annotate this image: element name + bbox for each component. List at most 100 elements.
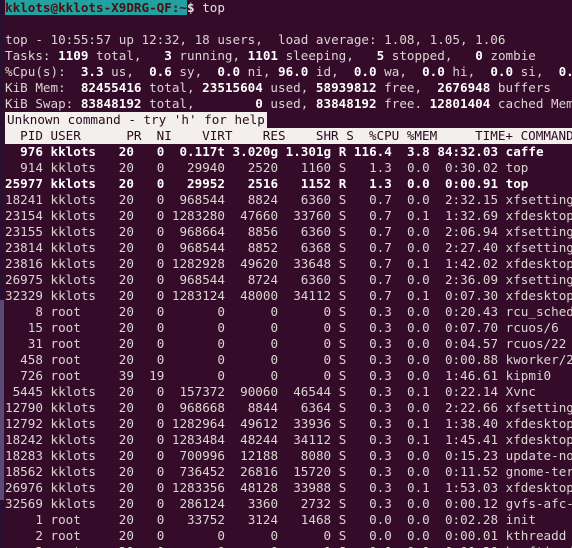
command-text-top: top	[202, 0, 225, 15]
time-cell: 0:20.43	[437, 304, 499, 319]
prompt-user: kklots	[5, 0, 51, 15]
pid-cell: 726	[5, 368, 43, 383]
table-row[interactable]: 2 root 20 0 0 0 0 S 0.0 0.0 0:00.01 kthr…	[5, 528, 572, 544]
table-row[interactable]: 23816 kklots 20 0 1282928 49620 33648 S …	[5, 256, 572, 272]
table-row[interactable]: 15 root 20 0 0 0 0 S 0.3 0.0 0:07.70 rcu…	[5, 320, 572, 336]
table-row[interactable]: 18283 kklots 20 0 700996 12188 8080 S 0.…	[5, 448, 572, 464]
ni-cell: 0	[141, 176, 165, 191]
table-row[interactable]: 12790 kklots 20 0 968668 8844 6364 S 0.3…	[5, 400, 572, 416]
scrollbar-track[interactable]	[0, 0, 4, 548]
table-row[interactable]: 23154 kklots 20 0 1283280 47660 33760 S …	[5, 208, 572, 224]
table-row[interactable]: 25977 kklots 20 0 29952 2516 1152 R 1.3 …	[5, 176, 572, 192]
table-row[interactable]: 976 kklots 20 0 0.117t 3.020g 1.301g R 1…	[5, 144, 572, 160]
time-cell: 2:22.66	[437, 400, 499, 415]
virt-cell: 0	[171, 336, 225, 351]
table-row[interactable]: 18242 kklots 20 0 1283484 48244 34112 S …	[5, 432, 572, 448]
top-message-line: Unknown command - try 'h' for help	[5, 112, 572, 128]
table-row[interactable]: 1 root 20 0 33752 3124 1468 S 0.0 0.0 0:…	[5, 512, 572, 528]
table-row[interactable]: 458 root 20 0 0 0 0 S 0.3 0.0 0:00.88 kw…	[5, 352, 572, 368]
top-tasks-line: Tasks: 1109 total, 3 running, 1101 sleep…	[5, 48, 572, 64]
table-row[interactable]: 914 kklots 20 0 29940 2520 1160 S 1.3 0.…	[5, 160, 572, 176]
table-row[interactable]: 8 root 20 0 0 0 0 S 0.3 0.0 0:20.43 rcu_…	[5, 304, 572, 320]
table-row[interactable]: 726 root 39 19 0 0 0 S 0.3 0.0 1:46.61 k…	[5, 368, 572, 384]
command-cell: xfdesktop	[505, 416, 572, 431]
mem-total-label: total,	[141, 80, 203, 95]
table-row[interactable]: 23814 kklots 20 0 968544 8852 6368 S 0.7…	[5, 240, 572, 256]
table-row[interactable]: 23155 kklots 20 0 968664 8856 6360 S 0.7…	[5, 224, 572, 240]
ni-cell: 0	[141, 512, 165, 527]
table-row[interactable]: 5445 kklots 20 0 157372 90060 46544 S 0.…	[5, 384, 572, 400]
res-cell: 26816	[232, 464, 279, 479]
mem-cell: 0.0	[399, 160, 430, 175]
table-row[interactable]: 18562 kklots 20 0 736452 26816 15720 S 0…	[5, 464, 572, 480]
ni-cell: 0	[141, 272, 165, 287]
time-cell: 1:46.61	[437, 368, 499, 383]
pr-cell: 39	[111, 368, 134, 383]
table-row[interactable]: 32569 kklots 20 0 286124 3360 2732 S 0.3…	[5, 496, 572, 512]
table-row[interactable]: 12792 kklots 20 0 1282964 49612 33936 S …	[5, 416, 572, 432]
cpu-cell: 1.3	[353, 176, 392, 191]
virt-cell: 1283356	[171, 480, 225, 495]
mem-cell: 0.1	[399, 288, 430, 303]
table-row[interactable]: 31 root 20 0 0 0 0 S 0.3 0.0 0:04.57 rcu…	[5, 336, 572, 352]
user-cell: kklots	[50, 272, 97, 287]
user-cell: kklots	[50, 400, 97, 415]
time-cell: 0:00.88	[437, 352, 499, 367]
ni-cell: 0	[141, 256, 165, 271]
table-row[interactable]: 26975 kklots 20 0 968544 8724 6360 S 0.7…	[5, 272, 572, 288]
pr-cell: 20	[111, 512, 134, 527]
cpu-cell: 0.3	[353, 320, 392, 335]
mem-total-value: 82455416	[80, 80, 142, 95]
table-row[interactable]: 32329 kklots 20 0 1283124 48000 34112 S …	[5, 288, 572, 304]
table-row[interactable]: 26976 kklots 20 0 1283356 48128 33988 S …	[5, 480, 572, 496]
user-cell: root	[50, 528, 97, 543]
table-row[interactable]: 3 root 20 0 0 0 0 S 0.0 0.0 0:00.30 ksof…	[5, 544, 572, 548]
uptime-prefix: top -	[5, 32, 51, 47]
pr-cell: 20	[111, 224, 134, 239]
res-cell: 48244	[232, 432, 279, 447]
ni-cell: 0	[141, 224, 165, 239]
shr-cell: 1152	[285, 176, 332, 191]
terminal-window[interactable]: kklots@kklots-X9DRG-QF:~$ top top - 10:5…	[0, 0, 572, 548]
virt-cell: 0	[171, 304, 225, 319]
scrollbar-thumb[interactable]	[0, 300, 4, 500]
command-cell: rcuos/22	[505, 336, 567, 351]
virt-cell: 286124	[171, 496, 225, 511]
res-cell: 8724	[232, 272, 279, 287]
virt-cell: 1283280	[171, 208, 225, 223]
table-row[interactable]: 18241 kklots 20 0 968544 8824 6360 S 0.7…	[5, 192, 572, 208]
command-cell: init	[505, 512, 536, 527]
pid-cell: 12790	[5, 400, 43, 415]
